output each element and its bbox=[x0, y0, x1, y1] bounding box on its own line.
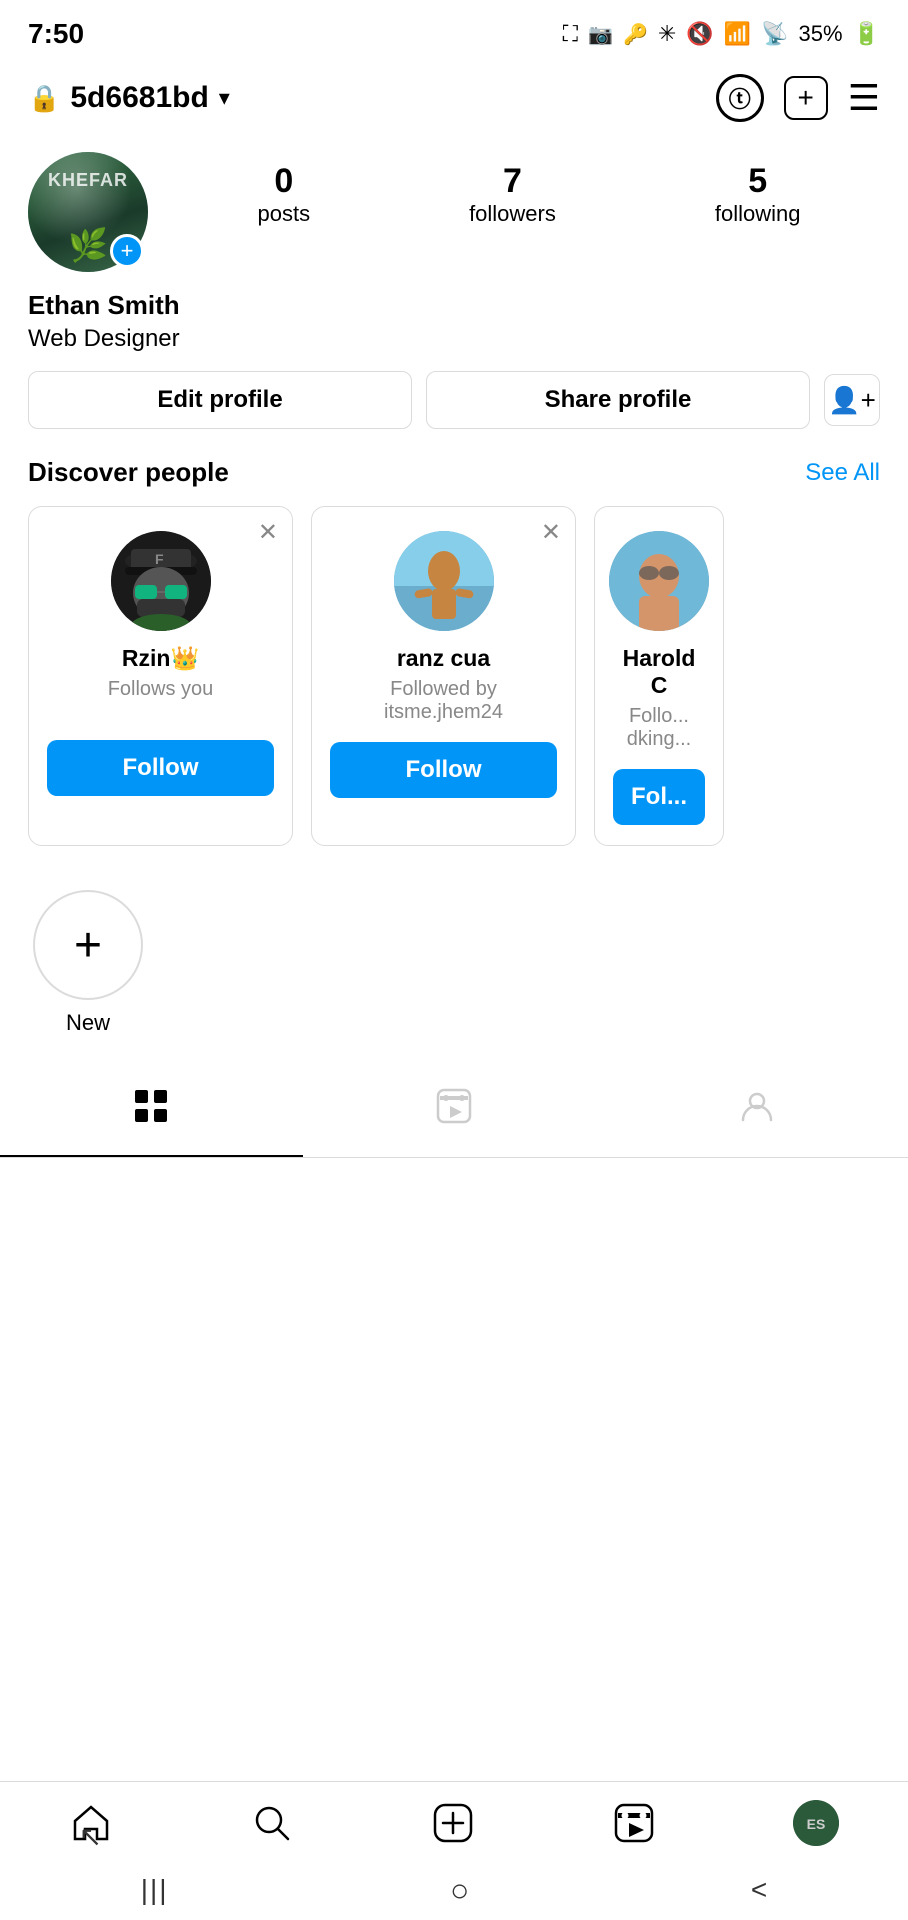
status-bar: 7:50 ⛶ 📷 🔑 ✳ 🔇 📶 📡 35% 🔋 bbox=[0, 0, 908, 60]
status-icons: ⛶ 📷 🔑 ✳ 🔇 📶 📡 35% 🔋 bbox=[563, 21, 880, 47]
tab-tagged[interactable] bbox=[605, 1066, 908, 1157]
followers-stat[interactable]: 7 followers bbox=[469, 162, 556, 227]
chevron-down-icon[interactable]: ▾ bbox=[219, 85, 230, 111]
discover-section: Discover people See All ✕ F bbox=[0, 457, 908, 870]
follow-ranz-button[interactable]: Follow bbox=[330, 742, 557, 798]
person-card-rzin: ✕ F bbox=[28, 506, 293, 846]
nav-reels[interactable] bbox=[612, 1801, 656, 1845]
followers-label: followers bbox=[469, 201, 556, 227]
ranz-name: ranz cua bbox=[397, 645, 490, 672]
new-story-container: + New bbox=[28, 890, 148, 1036]
ranz-avatar bbox=[394, 531, 494, 631]
mute-icon: 🔇 bbox=[686, 21, 713, 47]
avatar-container: KHEFAR 🌿 + bbox=[28, 152, 148, 272]
battery-text: 35% bbox=[799, 21, 843, 47]
profile-name: Ethan Smith bbox=[28, 290, 880, 321]
profile-buttons: Edit profile Share profile 👤+ bbox=[28, 371, 880, 429]
followers-count: 7 bbox=[469, 162, 556, 201]
android-menu-button[interactable]: ||| bbox=[141, 1874, 169, 1906]
nav-search[interactable] bbox=[250, 1801, 294, 1845]
tagged-icon bbox=[739, 1088, 775, 1133]
camera-icon: 📷 bbox=[588, 22, 613, 47]
bluetooth-icon2: ✳ bbox=[658, 21, 676, 47]
content-tabs bbox=[0, 1066, 908, 1158]
nav-add[interactable] bbox=[431, 1801, 475, 1845]
username-bar[interactable]: 🔒 5d6681bd ▾ bbox=[28, 81, 230, 115]
battery-icon: 🔋 bbox=[853, 21, 880, 47]
header-actions: ⓣ + ☰ bbox=[716, 74, 880, 122]
harold-avatar bbox=[609, 531, 709, 631]
avatar-farm-text: KHEFAR bbox=[48, 170, 128, 191]
discover-title: Discover people bbox=[28, 457, 229, 488]
android-home-button[interactable]: ○ bbox=[450, 1874, 469, 1906]
svg-text:ES: ES bbox=[807, 1816, 826, 1832]
profile-section: KHEFAR 🌿 + 0 posts 7 followers 5 followi… bbox=[0, 136, 908, 429]
add-person-icon: 👤+ bbox=[828, 385, 876, 416]
svg-text:F: F bbox=[155, 551, 164, 567]
new-post-button[interactable]: + bbox=[784, 76, 828, 120]
lock-icon: 🔒 bbox=[28, 83, 60, 114]
posts-stat[interactable]: 0 posts bbox=[257, 162, 310, 227]
harold-sub: Follo...dking... bbox=[627, 705, 691, 751]
tab-reels[interactable] bbox=[303, 1066, 606, 1157]
bluetooth-icon: ⛶ bbox=[563, 21, 578, 47]
share-profile-button[interactable]: Share profile bbox=[426, 371, 810, 429]
follow-rzin-button[interactable]: Follow bbox=[47, 740, 274, 796]
edit-profile-button[interactable]: Edit profile bbox=[28, 371, 412, 429]
app-header: 🔒 5d6681bd ▾ ⓣ + ☰ bbox=[0, 60, 908, 136]
follow-harold-button[interactable]: Fol... bbox=[613, 769, 705, 825]
username-display[interactable]: 5d6681bd bbox=[70, 81, 208, 115]
suggest-people-button[interactable]: 👤+ bbox=[824, 374, 880, 426]
posts-label: posts bbox=[257, 201, 310, 227]
nav-profile-avatar: ES bbox=[793, 1800, 839, 1846]
see-all-link[interactable]: See All bbox=[805, 459, 880, 487]
harold-name: Harold C bbox=[613, 645, 705, 699]
signal-icon: 📡 bbox=[761, 21, 788, 47]
close-rzin-button[interactable]: ✕ bbox=[258, 521, 278, 545]
tab-grid[interactable] bbox=[0, 1066, 303, 1157]
following-count: 5 bbox=[715, 162, 801, 201]
keychain-icon: 🔑 bbox=[623, 22, 648, 47]
add-story-button[interactable]: + bbox=[110, 234, 144, 268]
plus-icon: + bbox=[798, 82, 814, 114]
stats-row: 0 posts 7 followers 5 following bbox=[178, 152, 880, 227]
menu-icon[interactable]: ☰ bbox=[848, 80, 880, 116]
nav-profile[interactable]: ES bbox=[793, 1800, 839, 1846]
person-card-ranz: ✕ ranz cua Followed byitsme.jhem24 Follo bbox=[311, 506, 576, 846]
profile-bio: Web Designer bbox=[28, 325, 880, 353]
close-ranz-button[interactable]: ✕ bbox=[541, 521, 561, 545]
posts-count: 0 bbox=[257, 162, 310, 201]
android-back-button[interactable]: < bbox=[751, 1874, 767, 1906]
threads-icon[interactable]: ⓣ bbox=[716, 74, 764, 122]
person-card-harold: Harold C Follo...dking... Fol... bbox=[594, 506, 724, 846]
reels-icon bbox=[436, 1088, 472, 1133]
status-time: 7:50 bbox=[28, 18, 84, 50]
avatar-plant-icon: 🌿 bbox=[68, 226, 108, 264]
following-label: following bbox=[715, 201, 801, 227]
ranz-sub: Followed byitsme.jhem24 bbox=[384, 678, 503, 724]
discover-scroll: ✕ F bbox=[28, 506, 880, 846]
new-story-plus-icon: + bbox=[74, 918, 102, 973]
discover-header: Discover people See All bbox=[28, 457, 880, 488]
new-story-button[interactable]: + bbox=[33, 890, 143, 1000]
rzin-sub: Follows you bbox=[108, 678, 214, 722]
wifi-icon: 📶 bbox=[724, 21, 751, 47]
bottom-nav: ↖ ES bbox=[0, 1781, 908, 1860]
stories-section: + New bbox=[0, 870, 908, 1036]
rzin-avatar: F bbox=[111, 531, 211, 631]
new-story-label: New bbox=[66, 1010, 110, 1036]
android-nav: ||| ○ < bbox=[0, 1860, 908, 1920]
nav-home[interactable]: ↖ bbox=[69, 1801, 113, 1845]
following-stat[interactable]: 5 following bbox=[715, 162, 801, 227]
rzin-name: Rzin👑 bbox=[122, 645, 199, 672]
profile-top: KHEFAR 🌿 + 0 posts 7 followers 5 followi… bbox=[28, 152, 880, 272]
grid-icon bbox=[133, 1088, 169, 1133]
